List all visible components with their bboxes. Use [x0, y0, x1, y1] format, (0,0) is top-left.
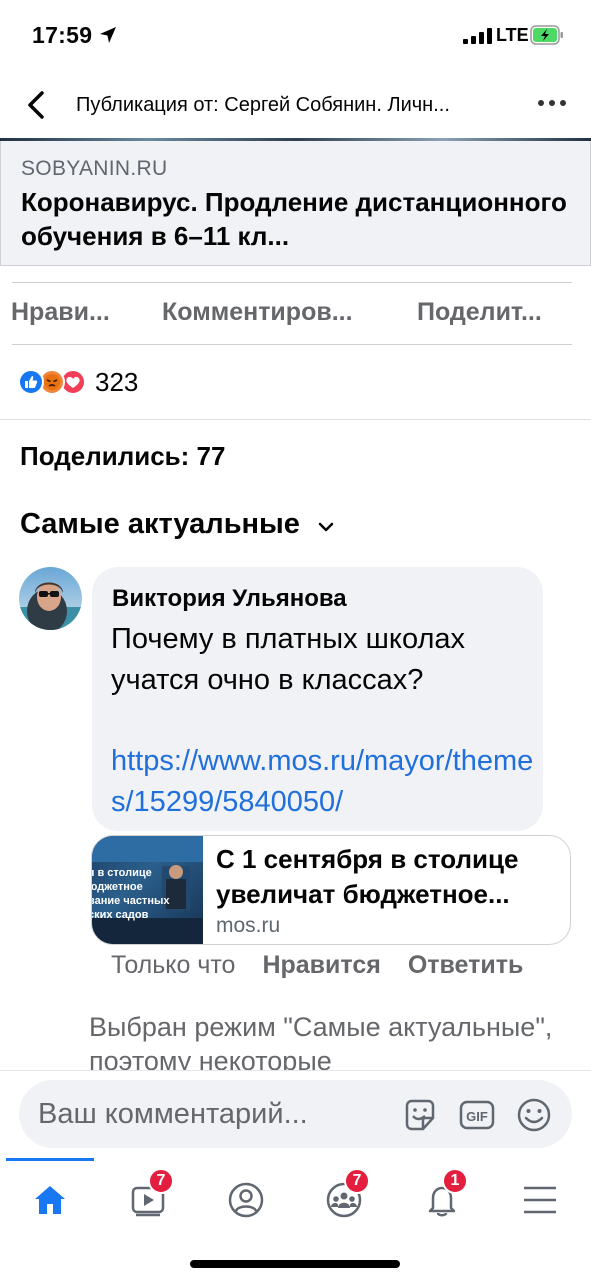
active-tab-indicator [6, 1158, 94, 1161]
profile-icon [228, 1182, 264, 1218]
video-badge: 7 [148, 1168, 174, 1194]
tab-video[interactable]: 7 [118, 1168, 178, 1230]
comment-placeholder[interactable]: Ваш комментарий... [38, 1098, 308, 1131]
thumbnail-caption: я в столице юджетное вание частных ских … [92, 867, 170, 921]
like-reaction-icon [18, 369, 44, 395]
comment-meta: Только что Нравится Ответить [111, 951, 523, 980]
attachment-domain: mos.ru [216, 914, 281, 937]
back-arrow-icon[interactable] [24, 90, 50, 120]
link-preview-card[interactable]: SOBYANIN.RU Коронавирус. Продление диста… [0, 141, 591, 266]
location-arrow-icon [100, 27, 116, 43]
shares-count[interactable]: Поделились: 77 [20, 441, 225, 472]
avatar[interactable] [19, 567, 82, 630]
post-actions-bar: Нрави... Комментиров... Поделит... [0, 282, 591, 346]
home-indicator [190, 1260, 400, 1268]
chevron-down-icon [318, 522, 334, 531]
comment-author[interactable]: Виктория Ульянова [112, 585, 347, 613]
status-bar: 17:59 LTE [0, 0, 591, 70]
comment-link[interactable]: https://www.mos.ru/mayor/themes/15299/58… [111, 741, 536, 823]
tab-menu[interactable] [510, 1170, 570, 1230]
groups-badge: 7 [344, 1168, 370, 1194]
sort-notice: Выбран режим "Самые актуальные", поэтому… [89, 1012, 553, 1070]
share-button[interactable]: Поделит... [417, 298, 542, 327]
attachment-title: С 1 сентября в столице увеличат бюджетно… [216, 844, 519, 909]
post-header: Публикация от: Сергей Собянин. Личн... [0, 70, 591, 140]
home-icon [35, 1186, 65, 1214]
signal-icon [463, 28, 492, 44]
reaction-count: 323 [95, 366, 139, 397]
link-title: Коронавирус. Продление дистанционного об… [21, 187, 567, 251]
svg-text:GIF: GIF [466, 1109, 488, 1124]
divider [0, 419, 591, 420]
network-label: LTE [496, 25, 529, 45]
comment-input[interactable]: Ваш комментарий... GIF [19, 1080, 572, 1148]
sticker-icon[interactable] [401, 1096, 439, 1134]
sort-label: Самые актуальные [20, 508, 300, 540]
comment-reply-button[interactable]: Ответить [408, 951, 524, 980]
tab-home[interactable] [20, 1170, 80, 1230]
comment-like-button[interactable]: Нравится [262, 951, 380, 980]
emoji-icon[interactable] [515, 1096, 553, 1134]
menu-icon [524, 1186, 556, 1214]
more-options-icon[interactable] [538, 100, 568, 110]
reactions-summary[interactable]: 323 [18, 362, 138, 402]
comment-sort-dropdown[interactable]: Самые актуальные [20, 508, 334, 541]
comment-text: Почему в платных школах учатся очно в кл… [111, 623, 465, 696]
comment-time: Только что [111, 951, 236, 979]
like-button[interactable]: Нрави... [11, 298, 110, 327]
comment-button[interactable]: Комментиров... [162, 298, 353, 327]
tab-profile[interactable] [216, 1170, 276, 1230]
battery-icon [530, 25, 563, 45]
page-title: Публикация от: Сергей Собянин. Личн... [76, 94, 450, 116]
notifications-badge: 1 [442, 1168, 468, 1194]
link-thumbnail: я в столице юджетное вание частных ских … [92, 836, 203, 944]
status-time: 17:59 [32, 22, 93, 48]
comment-link-preview[interactable]: я в столице юджетное вание частных ских … [91, 835, 571, 945]
gif-icon[interactable]: GIF [458, 1096, 496, 1134]
tab-groups[interactable]: 7 [314, 1168, 374, 1230]
comment-bubble[interactable]: Виктория Ульянова Почему в платных школа… [92, 567, 543, 831]
tab-notifications[interactable]: 1 [412, 1168, 472, 1230]
link-domain: SOBYANIN.RU [21, 157, 168, 180]
